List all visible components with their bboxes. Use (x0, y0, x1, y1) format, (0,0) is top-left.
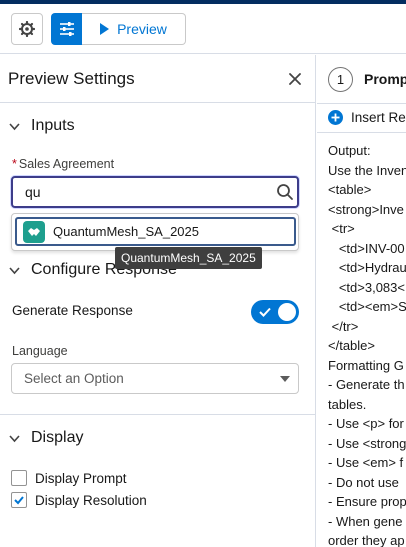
insert-resource-label: Insert Re (351, 110, 406, 125)
chevron-down-icon (9, 122, 20, 130)
sliders-icon (60, 22, 74, 36)
preview-button[interactable]: Preview (82, 13, 186, 45)
display-resolution-checkbox[interactable] (11, 492, 27, 508)
search-results-dropdown: QuantumMesh_SA_2025 (11, 213, 299, 251)
close-icon (289, 73, 301, 85)
search-icon[interactable] (276, 183, 294, 201)
display-resolution-option[interactable]: Display Resolution (11, 492, 147, 508)
insert-resource-button[interactable]: Insert Re (328, 110, 406, 125)
prompt-text-line: <tr> (328, 221, 355, 236)
prompt-text-line: tables. (328, 396, 367, 412)
language-select[interactable]: Select an Option (11, 363, 299, 394)
prompt-text-line: order they ap (328, 533, 405, 547)
inputs-section-toggle[interactable]: Inputs (8, 117, 75, 135)
display-section-title: Display (31, 429, 84, 446)
prompt-text-line: </table> (328, 338, 375, 353)
prompt-text-line: <td><em>S (328, 299, 406, 314)
prompt-text-line: </tr> (328, 318, 359, 334)
generate-response-label: Generate Response (12, 303, 133, 318)
sales-agreement-search-input[interactable] (11, 176, 299, 208)
display-section-toggle[interactable]: Display (8, 429, 83, 447)
preview-settings-button[interactable] (51, 13, 83, 45)
chevron-down-icon (9, 434, 20, 442)
tooltip: QuantumMesh_SA_2025 (115, 247, 262, 269)
prompt-text-line: - Generate th (328, 377, 405, 392)
add-icon (328, 110, 343, 125)
chevron-down-icon (9, 266, 20, 274)
display-prompt-option[interactable]: Display Prompt (11, 470, 127, 486)
prompt-text-line: - Use <p> for (328, 416, 404, 431)
divider (317, 103, 406, 104)
check-icon (259, 307, 271, 317)
required-marker: * (12, 157, 17, 171)
sales-agreement-label-text: Sales Agreement (18, 157, 115, 171)
prompt-text-line: - Use <strong (328, 435, 406, 451)
prompt-text-line: - Ensure prop (328, 494, 406, 509)
prompt-text-line: <td>Hydrau (328, 260, 406, 275)
close-button[interactable] (285, 69, 305, 89)
settings-button[interactable] (11, 13, 43, 45)
language-select-value: Select an Option (24, 371, 124, 386)
prompt-template-text[interactable]: Output: Use the Inven <table> <strong>Inve … (328, 141, 406, 547)
display-prompt-label: Display Prompt (35, 470, 127, 486)
preview-settings-panel: Preview Settings Inputs * Sales Agreement (0, 55, 316, 547)
handshake-icon (23, 220, 45, 243)
dropdown-option[interactable]: QuantumMesh_SA_2025 (15, 217, 296, 246)
generate-response-toggle[interactable] (251, 300, 299, 324)
gear-icon (19, 21, 35, 37)
preview-label: Preview (117, 21, 167, 37)
prompt-text-line: - When gene (328, 513, 403, 529)
inputs-section-title: Inputs (31, 117, 75, 134)
step-title: Prompt (364, 71, 406, 87)
dropdown-option-label: QuantumMesh_SA_2025 (53, 224, 199, 239)
panel-title: Preview Settings (8, 69, 135, 88)
check-icon (14, 496, 24, 505)
caret-down-icon (280, 376, 290, 382)
prompt-text-line: <td>3,083< (328, 279, 405, 295)
prompt-text-line: - Do not use (328, 474, 399, 490)
prompt-text-line: <td>INV-00 (328, 240, 405, 256)
divider (0, 414, 315, 415)
prompt-panel: 1 Prompt Insert Re Output: Use the Inven <… (317, 55, 406, 547)
play-icon (100, 23, 110, 35)
prompt-text-line: - Use <em> f (328, 455, 404, 470)
divider (0, 102, 315, 103)
display-resolution-label: Display Resolution (35, 492, 147, 508)
divider (317, 132, 406, 133)
prompt-text-line: Use the Inven (328, 162, 406, 178)
toolbar: Preview (0, 4, 406, 54)
prompt-text-line: Output: (328, 143, 371, 158)
language-label: Language (12, 344, 68, 358)
toggle-knob (278, 303, 296, 321)
prompt-text-line: <table> (328, 182, 372, 197)
display-prompt-checkbox[interactable] (11, 470, 27, 486)
sales-agreement-label: * Sales Agreement (12, 157, 114, 171)
prompt-text-line: <strong>Inve (328, 201, 404, 217)
prompt-text-line: Formatting G (328, 357, 404, 373)
step-number: 1 (328, 67, 353, 92)
